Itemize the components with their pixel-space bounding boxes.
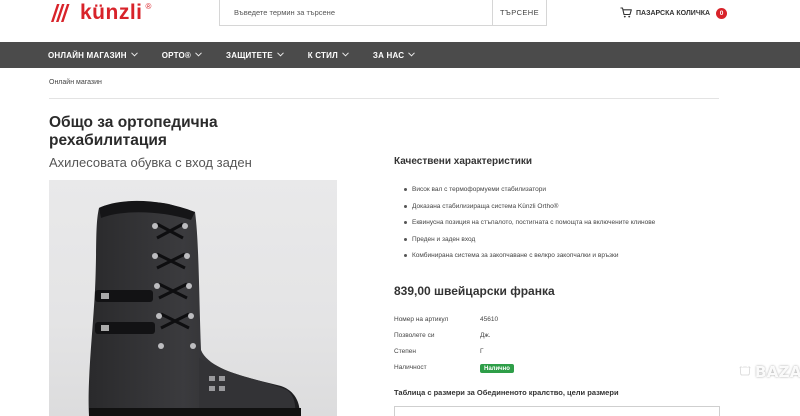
spec-row-availability: Наличност Налично [394, 364, 514, 380]
list-item: Преден и заден вход [404, 236, 655, 253]
shopping-bag-icon [738, 362, 752, 381]
spec-label: Позволете си [394, 332, 435, 339]
list-item: Еквинусна позиция на стъпалото, постигна… [404, 219, 655, 236]
spec-value: Дж. [480, 332, 491, 339]
watermark: BAZAR [738, 362, 800, 381]
chevron-down-icon [130, 51, 138, 59]
features-heading: Качествени характеристики [394, 156, 533, 167]
search-bar: ТЪРСЕНЕ [219, 0, 547, 26]
features-list: Висок вал с термоформуеми стабилизатори … [404, 186, 655, 269]
spec-row-article: Номер на артикул 45610 [394, 316, 514, 332]
size-select[interactable] [394, 406, 720, 416]
cart-count-badge: 0 [716, 7, 728, 19]
nav-item-label: ОРТО® [161, 50, 191, 60]
brand-stripes-icon [48, 4, 72, 22]
breadcrumb[interactable]: Онлайн магазин [49, 79, 102, 86]
spec-label: Степен [394, 348, 416, 355]
spec-label: Наличност [394, 364, 427, 371]
nav-item-label: К СТИЛ [307, 50, 338, 60]
spec-label: Номер на артикул [394, 316, 449, 323]
search-button[interactable]: ТЪРСЕНЕ [492, 0, 546, 25]
size-table-title: Таблица с размери за Обединеното кралств… [394, 388, 619, 397]
nav-item-label: ЗА НАС [372, 50, 405, 60]
chevron-down-icon [195, 51, 202, 59]
divider [49, 98, 719, 99]
chevron-down-icon [408, 51, 416, 59]
list-item: Комбинирана система за закопчаване с вел… [404, 252, 655, 269]
nav-item-ortho[interactable]: ОРТО® [162, 51, 202, 60]
list-item: Висок вал с термоформуеми стабилизатори [404, 186, 655, 203]
nav-item-about[interactable]: ЗА НАС [372, 50, 416, 60]
product-subtitle: Ахилесовата обувка с вход заден [49, 155, 252, 170]
list-item: Доказана стабилизираща система Künzli Or… [404, 203, 655, 220]
product-price: 839,00 швейцарски франка [394, 284, 555, 298]
cart-link[interactable]: ПАЗАРСКА КОЛИЧКА 0 [620, 6, 728, 20]
product-specs: Номер на артикул 45610 Позволете си Дж. … [394, 316, 514, 380]
chevron-down-icon [342, 51, 349, 59]
spec-value: Г [480, 348, 484, 355]
nav-item-online-shop[interactable]: ОНЛАЙН МАГАЗИН [48, 51, 138, 60]
search-input[interactable] [220, 0, 492, 25]
nav-item-k-style[interactable]: К СТИЛ [308, 51, 349, 60]
header: künzli ® ТЪРСЕНЕ ПАЗАРСКА КОЛИЧКА 0 [0, 0, 800, 42]
main-nav: ОНЛАЙН МАГАЗИН ОРТО® ЗАЩИТЕТЕ К СТИЛ ЗА … [0, 42, 800, 68]
brand-name: künzli [80, 1, 143, 24]
chevron-down-icon [276, 51, 284, 59]
watermark-text: BAZAR [755, 362, 800, 381]
availability-badge: Налично [480, 364, 514, 373]
boot-illustration [88, 200, 301, 416]
nav-item-label: ОНЛАЙН МАГАЗИН [48, 50, 127, 60]
spec-value: 45610 [480, 316, 499, 323]
page-title: Общо за ортопедична рехабилитация [49, 114, 218, 149]
nav-item-label: ЗАЩИТЕТЕ [226, 50, 273, 60]
cart-icon [620, 6, 632, 20]
spec-row-allow: Позволете си Дж. [394, 332, 514, 348]
nav-item-protect[interactable]: ЗАЩИТЕТЕ [226, 51, 284, 60]
brand-registered-mark: ® [145, 1, 152, 11]
brand-logo[interactable]: künzli ® [48, 1, 156, 24]
spec-row-degree: Степен Г [394, 348, 514, 364]
product-image[interactable] [49, 180, 337, 416]
cart-label: ПАЗАРСКА КОЛИЧКА [636, 9, 711, 17]
spec-value: Налично [480, 364, 514, 373]
